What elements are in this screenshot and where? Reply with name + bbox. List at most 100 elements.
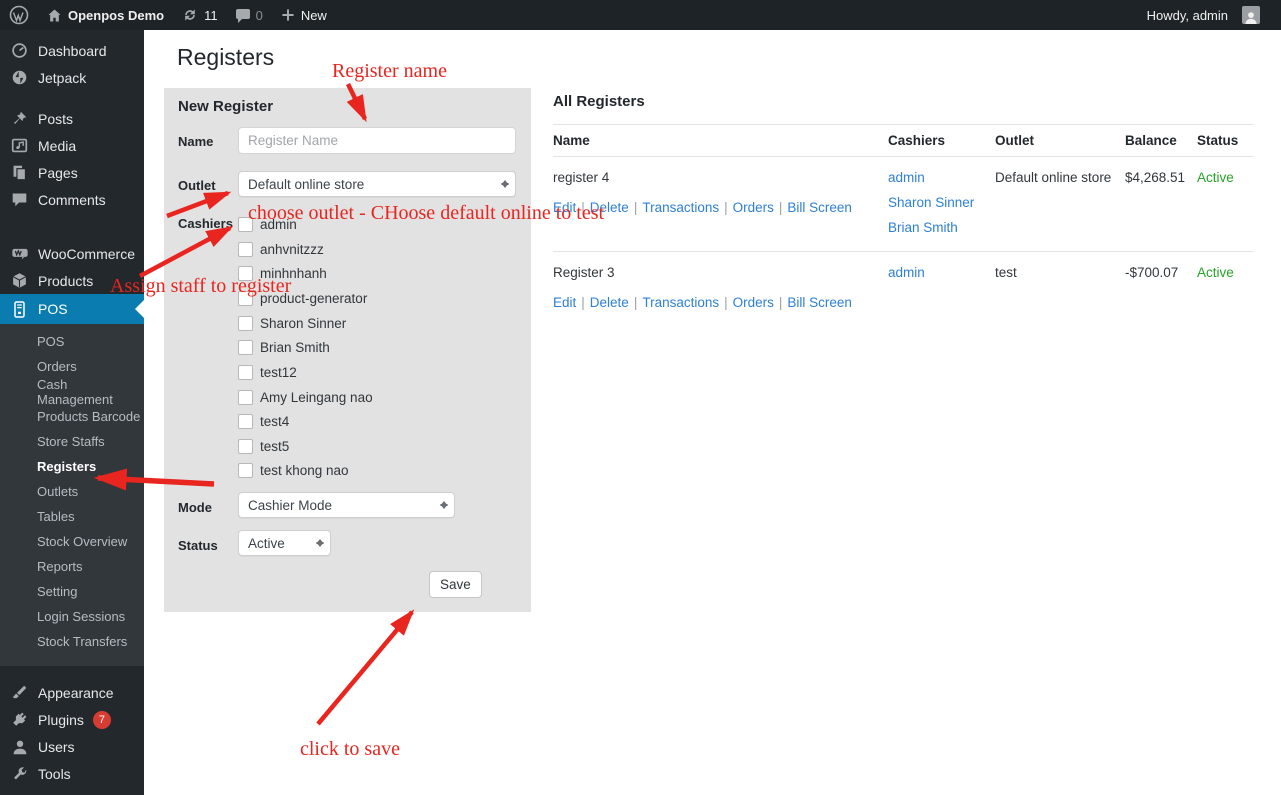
- checkbox[interactable]: [238, 340, 253, 355]
- status-select[interactable]: Active: [238, 530, 331, 556]
- register-balance: $4,268.51: [1125, 170, 1197, 235]
- pushpin-icon: [10, 110, 29, 127]
- col-cashiers: Cashiers: [888, 133, 995, 148]
- register-name: register 4: [553, 170, 888, 185]
- register-name-input[interactable]: [238, 127, 516, 154]
- col-status: Status: [1197, 133, 1253, 148]
- cashier-link[interactable]: admin: [888, 170, 995, 185]
- submenu-item-stock-overview[interactable]: Stock Overview: [0, 529, 144, 554]
- plus-icon: [281, 8, 295, 22]
- plugin-icon: [10, 711, 29, 728]
- register-outlet: Default online store: [995, 170, 1125, 235]
- annotation-assign-staff: Assign staff to register: [110, 275, 291, 298]
- submenu-item-products-barcode[interactable]: Products Barcode: [0, 404, 144, 429]
- cashier-option[interactable]: test5: [238, 436, 289, 456]
- sidebar-item-users[interactable]: Users: [0, 733, 144, 760]
- new-register-form: New Register Name Outlet Default online …: [164, 88, 531, 612]
- submenu-item-cash-management[interactable]: Cash Management: [0, 379, 144, 404]
- orders-link[interactable]: Orders: [733, 295, 774, 310]
- cashier-option[interactable]: Sharon Sinner: [238, 313, 346, 333]
- cashier-link[interactable]: admin: [888, 265, 995, 280]
- checkbox[interactable]: [238, 414, 253, 429]
- woocommerce-icon: [10, 245, 29, 262]
- media-icon: [10, 137, 29, 154]
- site-menu[interactable]: Openpos Demo: [38, 0, 173, 30]
- checkbox[interactable]: [238, 390, 253, 405]
- comment-icon: [10, 191, 29, 208]
- site-name: Openpos Demo: [68, 8, 164, 23]
- sidebar-item-plugins[interactable]: Plugins 7: [0, 706, 144, 733]
- submenu-item-tables[interactable]: Tables: [0, 504, 144, 529]
- cashier-link[interactable]: Sharon Sinner: [888, 195, 995, 210]
- sidebar-item-pages[interactable]: Pages: [0, 159, 144, 186]
- sidebar-item-comments[interactable]: Comments: [0, 186, 144, 213]
- wrench-icon: [10, 766, 29, 782]
- cashier-link[interactable]: Brian Smith: [888, 220, 995, 235]
- bill-screen-link[interactable]: Bill Screen: [787, 200, 852, 215]
- updates-menu[interactable]: 11: [173, 0, 227, 30]
- sidebar-item-jetpack[interactable]: Jetpack: [0, 64, 144, 91]
- cashier-option[interactable]: test4: [238, 411, 289, 431]
- sidebar-item-woocommerce[interactable]: WooCommerce: [0, 240, 144, 267]
- cashier-option[interactable]: Amy Leingang nao: [238, 387, 373, 407]
- checkbox[interactable]: [238, 316, 253, 331]
- sidebar-item-appearance[interactable]: Appearance: [0, 679, 144, 706]
- save-button[interactable]: Save: [429, 571, 482, 598]
- sidebar-item-label: Plugins: [38, 712, 84, 728]
- comments-count: 0: [256, 8, 263, 23]
- bill-screen-link[interactable]: Bill Screen: [787, 295, 852, 310]
- submenu-item-store-staffs[interactable]: Store Staffs: [0, 429, 144, 454]
- submenu-item-setting[interactable]: Setting: [0, 579, 144, 604]
- wordpress-logo-icon: [9, 5, 29, 25]
- sidebar-item-label: Products: [38, 273, 93, 289]
- table-title: All Registers: [553, 93, 1253, 110]
- select-spinner-icon: [501, 176, 509, 192]
- sidebar-item-media[interactable]: Media: [0, 132, 144, 159]
- wordpress-logo-menu[interactable]: [0, 0, 38, 30]
- sidebar-item-pos[interactable]: POS: [0, 294, 144, 324]
- submenu-item-login-sessions[interactable]: Login Sessions: [0, 604, 144, 629]
- checkbox[interactable]: [238, 365, 253, 380]
- page-title: Registers: [177, 44, 274, 71]
- sidebar-item-posts[interactable]: Posts: [0, 105, 144, 132]
- form-title: New Register: [178, 98, 273, 115]
- sidebar-item-tools[interactable]: Tools: [0, 760, 144, 787]
- col-name: Name: [553, 133, 888, 148]
- orders-link[interactable]: Orders: [733, 200, 774, 215]
- annotation-choose-outlet: choose outlet - CHoose default online to…: [248, 202, 604, 225]
- checkbox[interactable]: [238, 463, 253, 478]
- sidebar-item-label: Comments: [38, 192, 106, 208]
- sidebar-item-dashboard[interactable]: Dashboard: [0, 37, 144, 64]
- delete-link[interactable]: Delete: [590, 295, 629, 310]
- cashier-option[interactable]: test khong nao: [238, 460, 349, 480]
- cashier-option[interactable]: test12: [238, 362, 297, 382]
- submenu-item-pos[interactable]: POS: [0, 329, 144, 354]
- transactions-link[interactable]: Transactions: [642, 200, 719, 215]
- submenu-item-outlets[interactable]: Outlets: [0, 479, 144, 504]
- cashier-option[interactable]: Brian Smith: [238, 337, 330, 357]
- comments-menu[interactable]: 0: [227, 0, 272, 30]
- submenu-item-orders[interactable]: Orders: [0, 354, 144, 379]
- mode-label: Mode: [178, 500, 212, 515]
- sidebar-item-label: Jetpack: [38, 70, 86, 86]
- checkbox[interactable]: [238, 439, 253, 454]
- mode-select[interactable]: Cashier Mode: [238, 492, 455, 518]
- checkbox[interactable]: [238, 242, 253, 257]
- admin-sidebar: Dashboard Jetpack Posts Media Pages Comm…: [0, 30, 144, 795]
- cashier-option[interactable]: anhvnitzzz: [238, 239, 324, 259]
- avatar: [1242, 6, 1260, 24]
- product-box-icon: [10, 272, 29, 289]
- edit-link[interactable]: Edit: [553, 295, 576, 310]
- submenu-item-stock-transfers[interactable]: Stock Transfers: [0, 629, 144, 654]
- submenu-item-registers[interactable]: Registers: [0, 454, 144, 479]
- account-menu[interactable]: Howdy, admin: [1138, 0, 1281, 30]
- col-balance: Balance: [1125, 133, 1197, 148]
- paintbrush-icon: [10, 684, 29, 701]
- submenu-item-reports[interactable]: Reports: [0, 554, 144, 579]
- name-label: Name: [178, 134, 213, 149]
- col-outlet: Outlet: [995, 133, 1125, 148]
- outlet-select[interactable]: Default online store: [238, 171, 516, 197]
- select-spinner-icon: [440, 497, 448, 513]
- transactions-link[interactable]: Transactions: [642, 295, 719, 310]
- new-content-menu[interactable]: New: [272, 0, 336, 30]
